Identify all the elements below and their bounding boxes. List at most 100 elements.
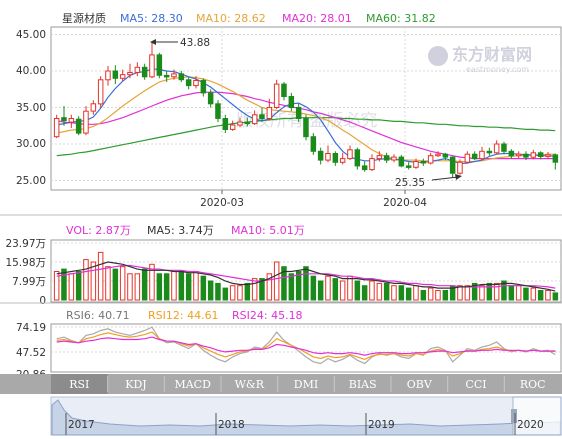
brand-logo-icon — [428, 46, 448, 66]
legend-rsi12: RSI12: 44.61 — [148, 309, 219, 322]
tab-bias[interactable]: BIAS — [333, 374, 391, 394]
rsi-y-ticks: 74.19 47.52 20.86 — [16, 322, 46, 381]
volume-bar — [413, 285, 419, 301]
volume-y-ticks: 23.97万 15.98万 7.99万 0 — [5, 238, 46, 307]
volume-bar — [229, 285, 236, 301]
candle-body — [339, 158, 346, 163]
volume-bar — [317, 280, 324, 301]
legend-ma10: MA10: 28.62 — [196, 12, 266, 25]
tab-label[interactable]: W&R — [235, 378, 265, 391]
candle-body — [317, 150, 324, 161]
candle-body — [545, 154, 551, 157]
volume-bar — [163, 273, 170, 301]
candle-body — [193, 80, 199, 87]
candle-body — [435, 153, 441, 157]
volume-bar — [215, 282, 221, 301]
volume-bar — [251, 278, 258, 301]
volume-bar — [383, 282, 390, 301]
volume-bar — [435, 290, 441, 301]
volume-bar — [244, 282, 251, 301]
volume-bar — [339, 280, 346, 301]
candle-body — [515, 153, 522, 157]
indicator-tabs: RSI KDJ MACD W&R DMI BIAS OBV CCI ROC — [0, 374, 562, 394]
volume-bar — [427, 287, 434, 301]
candle-body — [310, 136, 317, 152]
tab-roc[interactable]: ROC — [503, 374, 561, 394]
vol-tick-3: 0 — [39, 295, 46, 307]
candle-body — [501, 143, 507, 152]
candle-body — [464, 153, 471, 163]
candle-body — [471, 153, 478, 160]
candle-body — [420, 161, 427, 164]
candle-body — [156, 54, 163, 76]
main-legend: 星源材质 MA5: 28.30 MA10: 28.62 MA20: 28.01 … — [62, 11, 436, 25]
legend-vol-ma10: MA10: 5.01万 — [231, 224, 305, 237]
tab-label[interactable]: KDJ — [125, 378, 146, 391]
candle-body — [347, 149, 353, 160]
candle-body — [413, 161, 419, 168]
tab-wr[interactable]: W&R — [220, 374, 278, 394]
legend-ma5: MA5: 28.30 — [120, 12, 183, 25]
volume-bar — [171, 271, 177, 301]
watermark: 东方财富网 eastmoney.com 版权所有 盗版必究 — [236, 45, 532, 131]
volume-bar — [354, 280, 361, 301]
vol-tick-2: 7.99万 — [12, 276, 46, 288]
candle-body — [361, 165, 368, 171]
tab-label[interactable]: DMI — [294, 378, 318, 391]
watermark-url: eastmoney.com — [466, 65, 529, 74]
volume-bar — [457, 285, 463, 301]
volume-bar — [237, 285, 243, 301]
tab-label[interactable]: CCI — [465, 378, 486, 391]
candle-body — [398, 156, 405, 167]
date-label-1: 2020-04 — [383, 197, 427, 209]
candle-body — [68, 118, 75, 123]
volume-bar — [332, 278, 339, 301]
volume-bar — [515, 285, 522, 301]
low-annotation: 25.35 — [395, 174, 462, 189]
candle-body — [303, 118, 309, 138]
volume-bar — [391, 285, 397, 301]
volume-bar — [545, 290, 551, 301]
volume-bar — [325, 275, 331, 301]
price-tick-3: 30.00 — [16, 138, 46, 150]
candle-body — [479, 150, 485, 160]
volume-bar — [97, 251, 104, 301]
tab-label[interactable]: OBV — [407, 378, 433, 391]
candle-body — [288, 96, 295, 108]
volume-bar — [127, 273, 133, 301]
price-tick-2: 35.00 — [16, 102, 46, 114]
tab-obv[interactable]: OBV — [390, 374, 448, 394]
candle-body — [442, 153, 449, 158]
tab-dmi[interactable]: DMI — [277, 374, 335, 394]
tab-label[interactable]: ROC — [520, 378, 546, 391]
tab-kdj[interactable]: KDJ — [107, 374, 165, 394]
candle-body — [523, 153, 529, 158]
volume-bar — [552, 292, 559, 301]
tab-label[interactable]: BIAS — [349, 378, 377, 391]
volume-bar — [493, 282, 500, 301]
candle-body — [376, 155, 383, 160]
tab-rsi[interactable]: RSI — [51, 374, 108, 394]
timeline-label-3: 2020 — [517, 419, 544, 431]
candle-body — [171, 73, 177, 78]
tab-macd[interactable]: MACD — [163, 374, 221, 394]
volume-bar — [156, 273, 163, 301]
volume-bar — [464, 285, 471, 301]
tab-label[interactable]: MACD — [174, 378, 211, 391]
volume-bar — [361, 285, 368, 301]
tab-cci[interactable]: CCI — [447, 374, 505, 394]
volume-bar — [207, 280, 214, 301]
rsi-tick-1: 47.52 — [16, 347, 46, 359]
tab-label[interactable]: RSI — [69, 378, 89, 391]
volume-bar — [119, 266, 126, 301]
legend-vol-ma5: MA5: 3.74万 — [147, 224, 214, 237]
volume-bar — [61, 268, 67, 301]
candle-body — [449, 156, 456, 174]
candle-body — [83, 110, 89, 134]
low-label: 25.35 — [395, 177, 425, 189]
legend-rsi24: RSI24: 45.18 — [232, 309, 303, 322]
candle-body — [486, 150, 493, 154]
volume-bars — [53, 251, 559, 301]
timeline-navigator[interactable]: 2017 2018 2019 2020 — [50, 396, 562, 436]
candle-body — [537, 152, 544, 158]
